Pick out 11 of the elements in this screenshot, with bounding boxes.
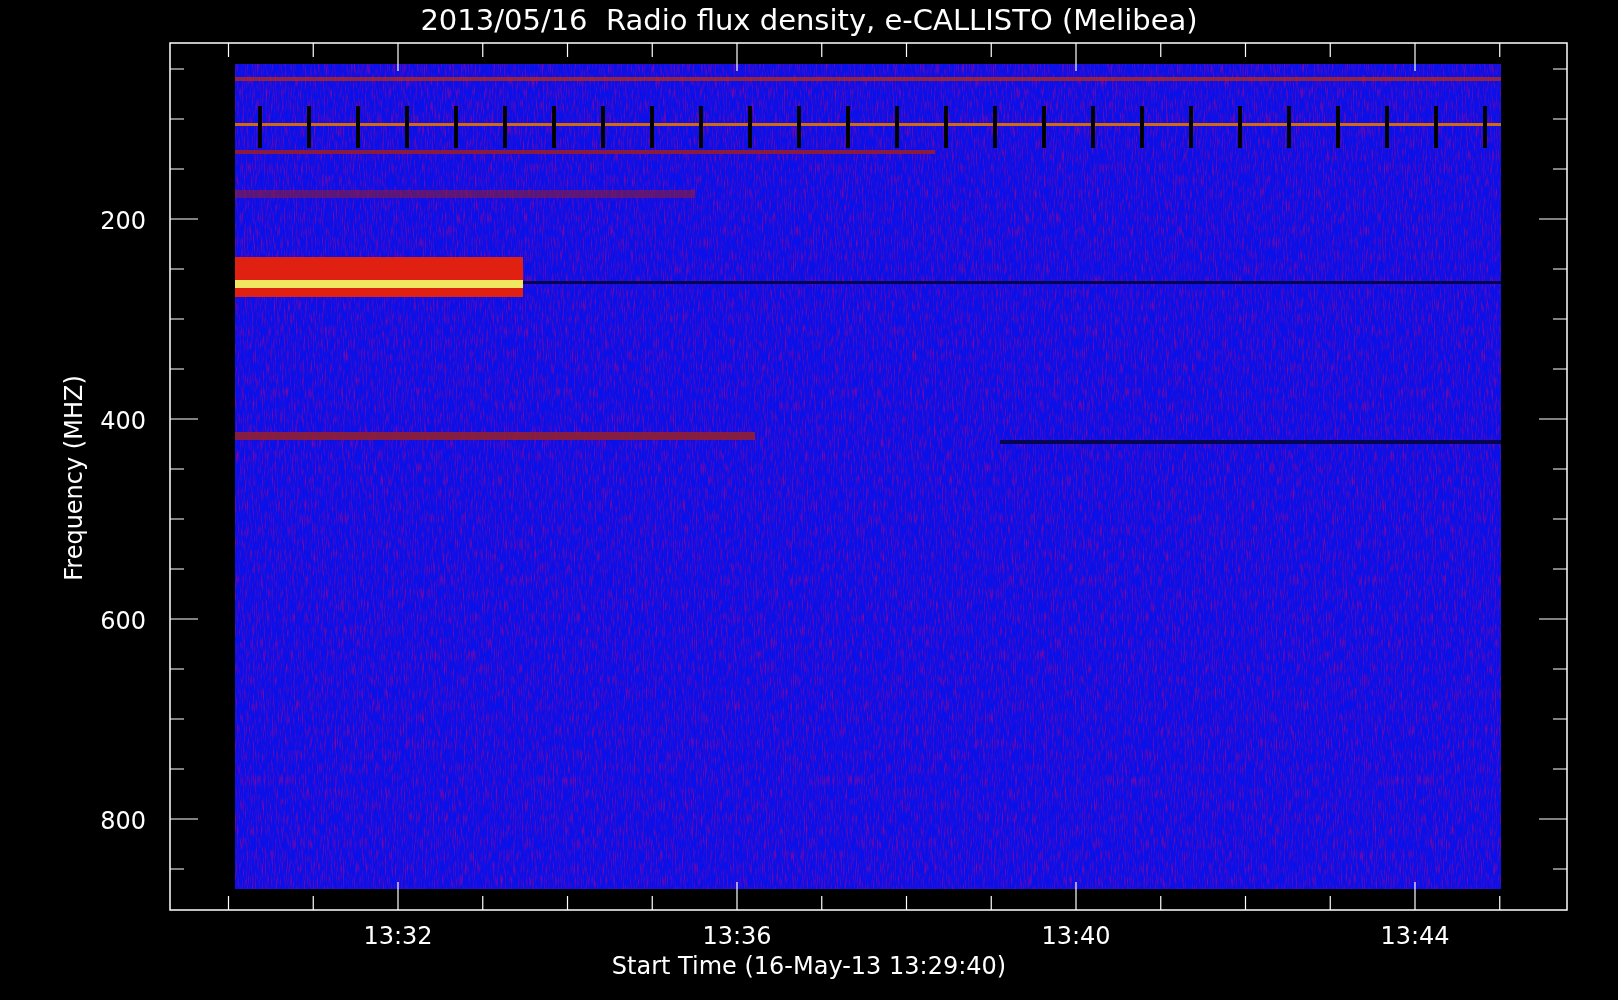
tick-label: 200 bbox=[100, 207, 146, 235]
axis-label: Start Time (16-May-13 13:29:40) bbox=[611, 952, 1007, 980]
tick-label: 13:32 bbox=[363, 922, 433, 950]
tick-label: 13:44 bbox=[1380, 922, 1450, 950]
tick-label: 13:40 bbox=[1041, 922, 1111, 950]
tick-label: 800 bbox=[100, 807, 146, 835]
tick-label: 600 bbox=[100, 607, 146, 635]
axis-label: Frequency (MHZ) bbox=[60, 375, 88, 581]
tick-label: 400 bbox=[100, 407, 146, 435]
tick-label: 13:36 bbox=[702, 922, 772, 950]
chart-title: 2013/05/16 Radio flux density, e-CALLISTO (Melibea) bbox=[420, 3, 1198, 37]
